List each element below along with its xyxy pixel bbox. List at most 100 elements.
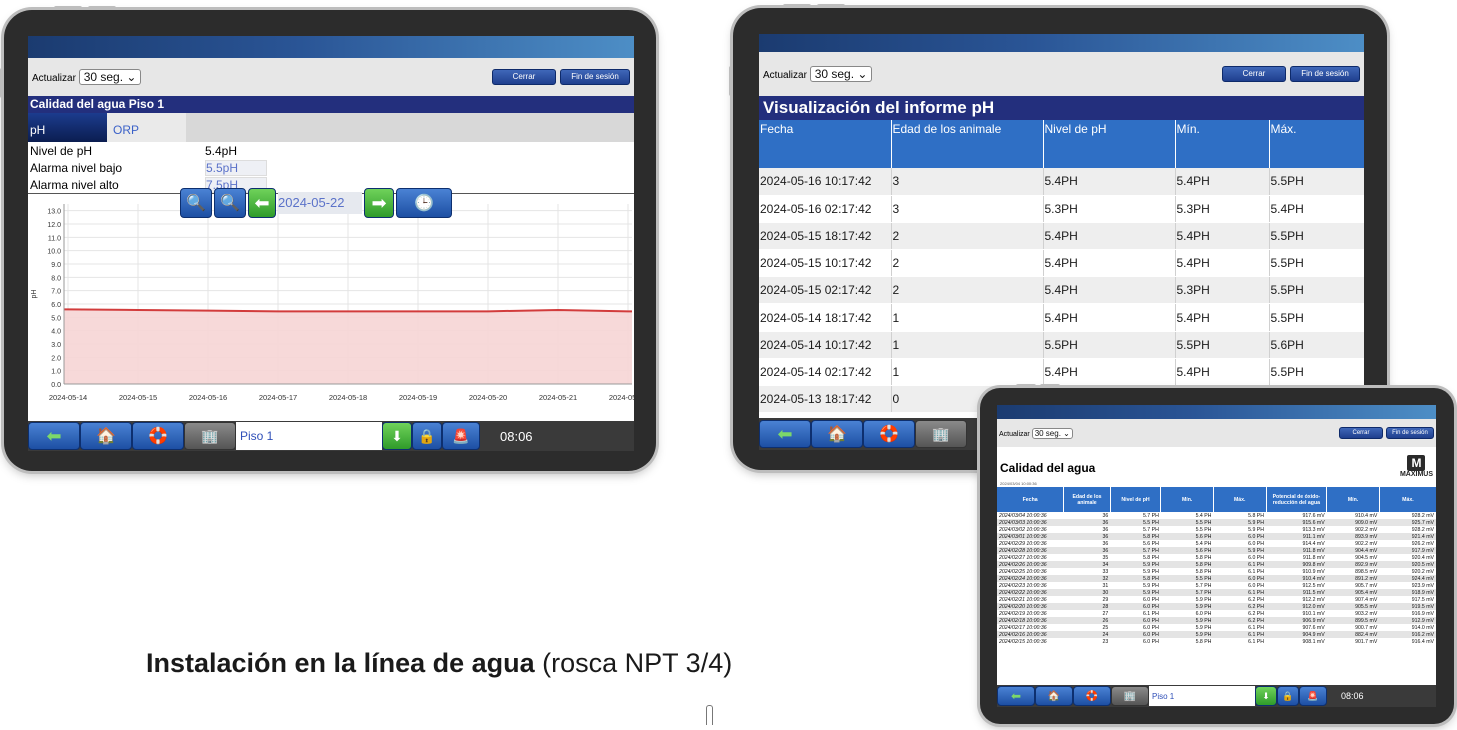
table-cell: 2 — [890, 222, 1043, 251]
table-cell: 907.6 mV — [1266, 624, 1327, 631]
download-icon[interactable]: ⬇ — [1255, 686, 1277, 706]
building-icon[interactable]: 🏢 — [184, 422, 236, 450]
back-button[interactable]: ⬅ — [759, 420, 811, 448]
table-row: 2024-05-15 10:17:42 2 5.4PH 5.4PH 5.5PH — [759, 249, 1364, 278]
floor-selector[interactable]: Piso 1 — [236, 422, 382, 450]
table-row: 2024/02/22 10:00:36 30 5.9 PH 5.7 PH 6.1 PH 9… — [997, 589, 1436, 596]
ph-level-row: Nivel de pH 5.4pH — [28, 142, 634, 159]
table-header-row: Fecha Edad de los animale Nivel de pH Mín. M… — [997, 487, 1436, 512]
refresh-select[interactable]: 30 seg. ⌄ — [78, 69, 142, 85]
ph-level-value: 5.4pH — [205, 143, 238, 158]
table-cell: 5.4PH — [1268, 195, 1364, 223]
logout-button[interactable]: Fin de sesión — [1290, 66, 1360, 82]
zoom-out-button[interactable]: 🔍 — [214, 188, 246, 218]
table-cell: 28 — [1063, 603, 1111, 610]
refresh-label: Actualizar — [763, 70, 807, 81]
lock-icon[interactable]: 🔒 — [412, 422, 442, 450]
back-button[interactable]: ⬅ — [28, 422, 80, 450]
y-tick-label: 7.0 — [51, 289, 61, 296]
low-alarm-input[interactable]: 5.5pH — [205, 159, 267, 176]
table-cell: 912.9 mV — [1379, 617, 1436, 624]
table-cell: 2024/02/17 10:00:36 — [997, 624, 1064, 631]
building-icon[interactable]: 🏢 — [1111, 686, 1149, 706]
table-cell: 5.5 PH — [1110, 519, 1161, 526]
table-cell: 5.9 PH — [1160, 624, 1214, 631]
date-field[interactable]: 2024-05-22 — [278, 192, 362, 214]
download-icon[interactable]: ⬇ — [382, 422, 412, 450]
table-cell: 5.6 PH — [1160, 547, 1214, 554]
x-tick-label: 2024-05-19 — [399, 393, 437, 402]
table-cell: 2024/02/23 10:00:36 — [997, 582, 1064, 589]
table-cell: 920.4 mV — [1379, 554, 1436, 561]
home-icon[interactable]: 🏠 — [811, 420, 863, 448]
table-cell: 920.2 mV — [1379, 568, 1436, 575]
lifebuoy-icon[interactable]: 🛟 — [863, 420, 915, 448]
table-cell: 36 — [1063, 533, 1111, 540]
close-button[interactable]: Cerrar — [1222, 66, 1286, 82]
refresh-select[interactable]: 30 seg. ⌄ — [1031, 427, 1073, 439]
table-row: 2024-05-15 18:17:42 2 5.4PH 5.4PH 5.5PH — [759, 222, 1364, 251]
ph-level-label: Nivel de pH — [30, 143, 93, 158]
table-cell: 891.2 mV — [1326, 575, 1380, 582]
floor-selector[interactable]: Piso 1 — [1149, 686, 1255, 706]
table-cell: 926.2 mV — [1379, 540, 1436, 547]
table-cell: 23 — [1063, 638, 1111, 645]
table-cell: 2024/03/03 10:00:36 — [997, 519, 1064, 526]
y-tick-label: 5.0 — [51, 315, 61, 322]
table-cell: 904.9 mV — [1266, 631, 1327, 638]
table-cell: 2024/02/21 10:00:36 — [997, 596, 1064, 603]
table-cell: 2024/03/02 10:00:36 — [997, 526, 1064, 533]
refresh-select[interactable]: 30 seg. ⌄ — [809, 66, 873, 82]
table-cell: 917.5 mV — [1379, 596, 1436, 603]
thread-connector-icon — [706, 705, 713, 725]
table-cell: 905.5 mV — [1326, 603, 1380, 610]
refresh-label: Actualizar — [32, 73, 76, 84]
alarm-icon[interactable]: 🚨 — [1299, 686, 1327, 706]
table-cell: 2024/02/29 10:00:36 — [997, 540, 1064, 547]
table-cell: 910.4 mV — [1266, 575, 1327, 582]
high-alarm-label: Alarma nivel alto — [30, 177, 119, 192]
close-button[interactable]: Cerrar — [492, 69, 556, 85]
next-date-button[interactable]: ➡ — [364, 188, 394, 218]
tab-orp[interactable]: ORP — [107, 113, 186, 142]
table-cell: 6.1 PH — [1213, 624, 1267, 631]
table-cell: 6.1 PH — [1213, 568, 1267, 575]
lifebuoy-icon[interactable]: 🛟 — [132, 422, 184, 450]
table-cell: 6.0 PH — [1213, 540, 1267, 547]
table-cell: 5.9 PH — [1110, 582, 1161, 589]
table-cell: 5.5PH — [1268, 249, 1364, 278]
y-tick-label: 9.0 — [51, 262, 61, 269]
lock-icon[interactable]: 🔒 — [1277, 686, 1299, 706]
clock-icon[interactable]: 🕒 — [396, 188, 452, 218]
series-area — [64, 309, 632, 384]
building-icon[interactable]: 🏢 — [915, 420, 967, 448]
tab-ph[interactable]: pH — [28, 113, 107, 142]
table-row: 2024/02/24 10:00:36 32 5.8 PH 5.5 PH 6.0 PH 9… — [997, 575, 1436, 582]
close-button[interactable]: Cerrar — [1339, 427, 1383, 439]
table-cell: 5.4PH — [1174, 358, 1269, 387]
table-cell: 916.9 mV — [1379, 610, 1436, 617]
table-cell: 6.1 PH — [1213, 631, 1267, 638]
lifebuoy-icon[interactable]: 🛟 — [1073, 686, 1111, 706]
table-row: 2024/03/03 10:00:36 36 5.5 PH 5.5 PH 5.9 PH 9… — [997, 519, 1436, 526]
table-cell: 3 — [890, 168, 1043, 196]
table-cell: 903.2 mV — [1326, 610, 1380, 617]
prev-date-button[interactable]: ⬅ — [248, 188, 276, 218]
table-cell: 911.8 mV — [1266, 547, 1327, 554]
table-cell: 5.5PH — [1268, 222, 1364, 251]
table-cell: 924.4 mV — [1379, 575, 1436, 582]
table-row: 2024/03/01 10:00:36 36 5.8 PH 5.6 PH 6.0 PH 9… — [997, 533, 1436, 540]
clock-time: 08:06 — [1341, 691, 1364, 701]
table-cell: 918.9 mV — [1379, 589, 1436, 596]
home-icon[interactable]: 🏠 — [80, 422, 132, 450]
right-tablet: Actualizar 30 seg. ⌄ Cerrar Fin de sesió… — [980, 384, 1454, 724]
alarm-icon[interactable]: 🚨 — [442, 422, 480, 450]
logout-button[interactable]: Fin de sesión — [560, 69, 630, 85]
back-button[interactable]: ⬅ — [997, 686, 1035, 706]
table-cell: 916.4 mV — [1379, 638, 1436, 645]
logout-button[interactable]: Fin de sesión — [1386, 427, 1434, 439]
table-row: 2024-05-15 02:17:42 2 5.4PH 5.3PH 5.5PH — [759, 276, 1364, 305]
zoom-in-button[interactable]: 🔍 — [180, 188, 212, 218]
table-cell: 2024/03/04 10:00:36 — [997, 512, 1064, 519]
home-icon[interactable]: 🏠 — [1035, 686, 1073, 706]
